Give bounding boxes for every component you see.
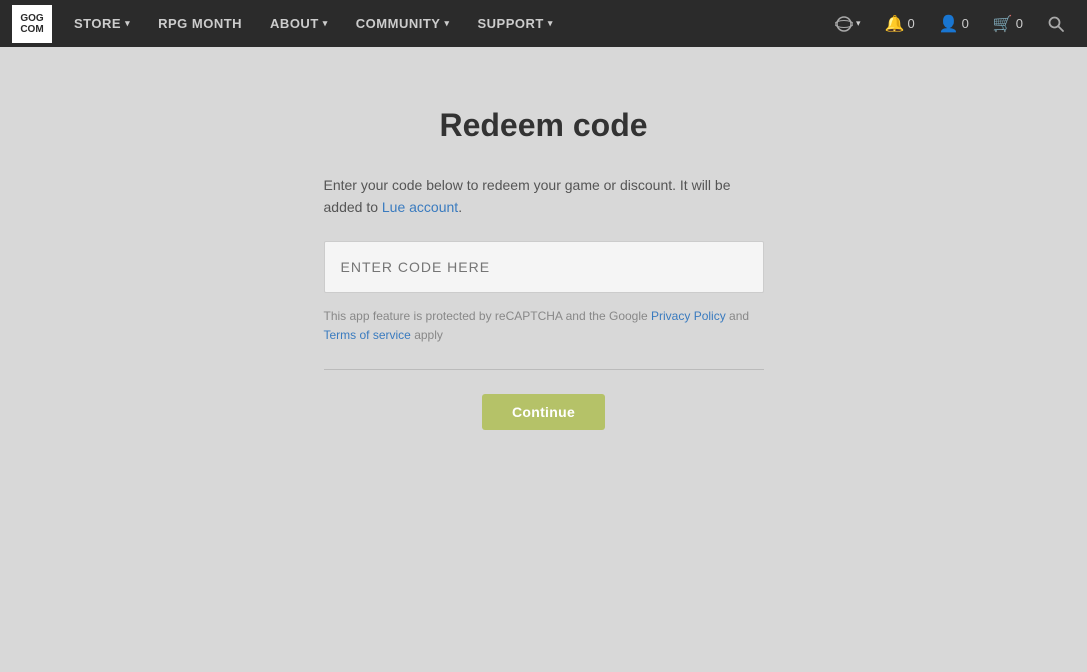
notifications-count: 0 xyxy=(907,16,914,31)
nav-community[interactable]: COMMUNITY ▾ xyxy=(342,0,464,47)
logo[interactable]: GOGCOM xyxy=(12,5,52,43)
main-content: Redeem code Enter your code below to red… xyxy=(0,47,1087,430)
notifications-btn[interactable]: 🔔 0 xyxy=(875,0,925,47)
store-chevron-icon: ▾ xyxy=(125,18,130,29)
recaptcha-apply: apply xyxy=(414,328,443,342)
nav-right: ▾ 🔔 0 👤 0 🛒 0 xyxy=(825,0,1075,47)
community-chevron-icon: ▾ xyxy=(444,18,449,29)
recaptcha-prefix: This app feature is protected by reCAPTC… xyxy=(324,309,652,323)
search-icon xyxy=(1047,15,1065,33)
nav-items: STORE ▾ RPG MONTH ABOUT ▾ COMMUNITY ▾ SU… xyxy=(60,0,825,47)
description-text: Enter your code below to redeem your gam… xyxy=(324,174,764,219)
user-icon: 👤 xyxy=(939,14,959,34)
galaxy-icon xyxy=(835,15,853,33)
cart-btn[interactable]: 🛒 0 xyxy=(983,0,1033,47)
nav-store-label: STORE xyxy=(74,16,121,31)
user-count: 0 xyxy=(962,16,969,31)
nav-rpg-label: RPG MONTH xyxy=(158,16,242,31)
recaptcha-text: This app feature is protected by reCAPTC… xyxy=(324,307,764,345)
galaxy-icon-btn[interactable]: ▾ xyxy=(825,0,871,47)
nav-support[interactable]: SUPPORT ▾ xyxy=(464,0,567,47)
page-title: Redeem code xyxy=(439,107,647,144)
content-box: Enter your code below to redeem your gam… xyxy=(324,174,764,430)
nav-store[interactable]: STORE ▾ xyxy=(60,0,144,47)
cart-icon: 🛒 xyxy=(993,14,1013,34)
nav-rpg-month[interactable]: RPG MONTH xyxy=(144,0,256,47)
recaptcha-and: and xyxy=(729,309,749,323)
divider xyxy=(324,369,764,370)
nav-about[interactable]: ABOUT ▾ xyxy=(256,0,342,47)
terms-link[interactable]: Terms of service xyxy=(324,328,411,342)
nav-support-label: SUPPORT xyxy=(478,16,544,31)
nav-community-label: COMMUNITY xyxy=(356,16,441,31)
user-btn[interactable]: 👤 0 xyxy=(929,0,979,47)
continue-button[interactable]: Continue xyxy=(482,394,605,430)
galaxy-chevron-icon: ▾ xyxy=(856,18,861,29)
nav-about-label: ABOUT xyxy=(270,16,319,31)
account-link[interactable]: Lue account xyxy=(382,199,458,215)
navbar: GOGCOM STORE ▾ RPG MONTH ABOUT ▾ COMMUNI… xyxy=(0,0,1087,47)
about-chevron-icon: ▾ xyxy=(323,18,328,29)
cart-count: 0 xyxy=(1016,16,1023,31)
support-chevron-icon: ▾ xyxy=(548,18,553,29)
code-input[interactable] xyxy=(324,241,764,293)
privacy-policy-link[interactable]: Privacy Policy xyxy=(651,309,726,323)
search-btn[interactable] xyxy=(1037,0,1075,47)
bell-icon: 🔔 xyxy=(885,14,905,34)
